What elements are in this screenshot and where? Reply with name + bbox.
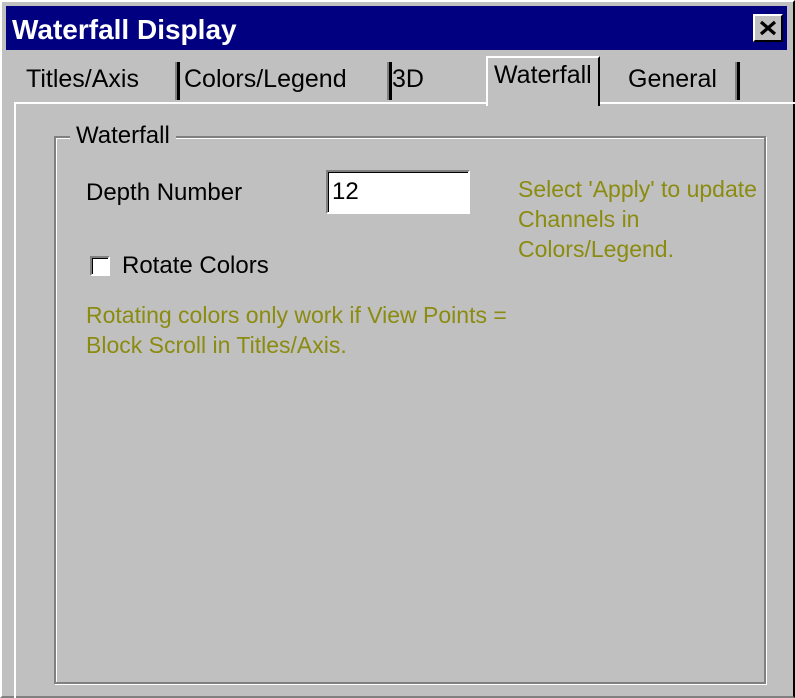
tab-waterfall[interactable]: Waterfall bbox=[486, 56, 600, 106]
close-button[interactable] bbox=[753, 14, 783, 42]
tab-label: General bbox=[628, 65, 717, 93]
close-icon bbox=[759, 20, 777, 36]
rotate-colors-hint-text: Rotating colors only work if View Points… bbox=[86, 302, 507, 358]
tab-separator bbox=[735, 62, 740, 100]
rotate-colors-label[interactable]: Rotate Colors bbox=[122, 251, 269, 281]
rotate-colors-checkbox[interactable] bbox=[90, 256, 110, 276]
groupbox-label: Waterfall bbox=[70, 122, 176, 150]
tab-label: Titles/Axis bbox=[26, 65, 139, 93]
tab-3d[interactable]: 3D bbox=[392, 60, 440, 104]
depth-number-label: Depth Number bbox=[86, 179, 243, 206]
tab-strip: Titles/Axis Colors/Legend 3D Waterfall G… bbox=[14, 56, 795, 106]
tab-label: Waterfall bbox=[494, 61, 592, 89]
window-title: Waterfall Display bbox=[12, 14, 237, 45]
depth-number-input[interactable] bbox=[326, 170, 470, 214]
tab-general[interactable]: General bbox=[628, 60, 740, 104]
apply-hint-text: Select 'Apply' to update Channels in Col… bbox=[518, 176, 757, 262]
tab-label: 3D bbox=[392, 65, 424, 93]
tab-label: Colors/Legend bbox=[184, 65, 347, 93]
tab-titles-axis[interactable]: Titles/Axis bbox=[26, 60, 180, 104]
tab-colors-legend[interactable]: Colors/Legend bbox=[184, 60, 392, 104]
tab-separator bbox=[175, 62, 180, 100]
title-bar[interactable]: Waterfall Display bbox=[6, 6, 787, 50]
